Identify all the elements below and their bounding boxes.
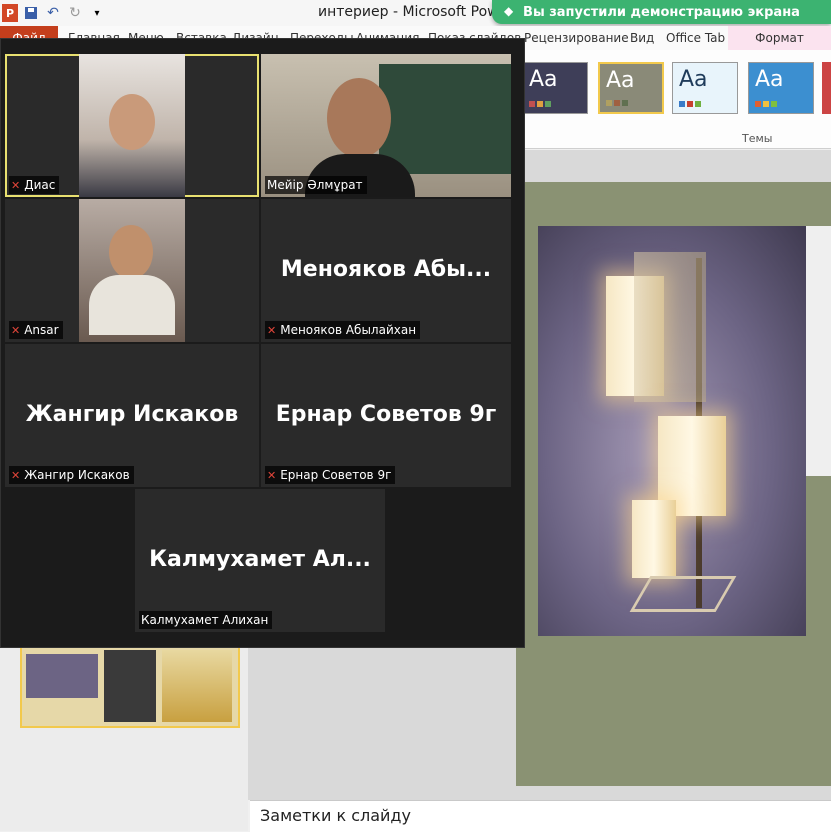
- participant-display-name: Калмухамет Ал...: [149, 547, 371, 572]
- mic-muted-icon: ✕: [267, 323, 277, 337]
- participant-label: Мейір Әлмұрат: [265, 176, 367, 194]
- participant-tile[interactable]: Ернар Советов 9г ✕ Ернар Советов 9г: [261, 344, 511, 487]
- participant-name: Калмухамет Алихан: [141, 613, 269, 627]
- share-screen-icon: ◆: [504, 4, 514, 18]
- tab-review[interactable]: Рецензирование: [524, 31, 629, 45]
- tab-format[interactable]: Формат: [728, 26, 831, 50]
- participant-label: ✕ Ansar: [9, 321, 63, 339]
- participant-name: Мейір Әлмұрат: [267, 178, 363, 192]
- quick-access-toolbar: P ↶ ↻ ▾: [0, 0, 106, 26]
- theme-sample: Aa: [679, 67, 708, 92]
- thumbnail-image: [104, 650, 156, 722]
- participant-display-name: Ернар Советов 9г: [275, 402, 497, 427]
- notes-placeholder[interactable]: Заметки к слайду: [260, 806, 411, 825]
- participant-tile[interactable]: ✕ Ansar: [5, 199, 259, 342]
- themes-group-label: Темы: [742, 132, 773, 145]
- save-icon[interactable]: [22, 4, 40, 22]
- participant-tile[interactable]: Жангир Искаков ✕ Жангир Искаков: [5, 344, 259, 487]
- participant-label: ✕ Жангир Искаков: [9, 466, 134, 484]
- thumbnail-image: [26, 654, 98, 698]
- participant-label: Калмухамет Алихан: [139, 611, 273, 629]
- video-gallery: ✕ Диас Мейір Әлмұрат ✕ Ansar Менояков Аб…: [0, 38, 525, 648]
- participant-label: ✕ Ернар Советов 9г: [265, 466, 396, 484]
- participant-tile[interactable]: Мейір Әлмұрат: [261, 54, 511, 197]
- participant-tile[interactable]: ✕ Диас: [5, 54, 259, 197]
- theme-option[interactable]: Aa: [748, 62, 814, 114]
- participant-label: ✕ Диас: [9, 176, 60, 194]
- participant-name: Жангир Искаков: [24, 468, 130, 482]
- undo-icon[interactable]: ↶: [44, 4, 62, 22]
- screen-share-banner-text: Вы запустили демонстрацию экрана: [523, 4, 800, 20]
- theme-option[interactable]: [822, 62, 831, 114]
- participant-video: [79, 199, 185, 342]
- theme-option[interactable]: Aa: [672, 62, 738, 114]
- slide-right-panel: [806, 226, 831, 476]
- theme-option[interactable]: Aa: [522, 62, 588, 114]
- participant-name: Менояков Абылайхан: [280, 323, 417, 337]
- mic-muted-icon: ✕: [267, 468, 277, 482]
- participant-name: Ернар Советов 9г: [280, 468, 392, 482]
- participant-label: ✕ Менояков Абылайхан: [265, 321, 421, 339]
- participant-name: Ansar: [24, 323, 59, 337]
- mic-muted-icon: ✕: [11, 468, 21, 482]
- slide-thumbnail[interactable]: [20, 646, 240, 728]
- participant-name: Диас: [24, 178, 56, 192]
- customize-toolbar-icon[interactable]: ▾: [88, 4, 106, 22]
- mic-muted-icon: ✕: [11, 323, 21, 337]
- powerpoint-logo-icon: P: [2, 4, 18, 22]
- redo-icon[interactable]: ↻: [66, 4, 84, 22]
- tab-view[interactable]: Вид: [630, 31, 654, 45]
- participant-display-name: Жангир Искаков: [25, 402, 239, 427]
- theme-sample: Aa: [755, 67, 784, 92]
- lamp-shade-graphic: [634, 252, 706, 402]
- participant-display-name: Менояков Абы...: [280, 257, 492, 282]
- theme-sample: Aa: [606, 68, 635, 93]
- participant-tile[interactable]: Менояков Абы... ✕ Менояков Абылайхан: [261, 199, 511, 342]
- lamp-shade-graphic: [632, 500, 676, 578]
- tab-office-tab[interactable]: Office Tab: [666, 31, 725, 45]
- thumbnail-image: [162, 650, 232, 722]
- screen-share-banner[interactable]: ◆ Вы запустили демонстрацию экрана: [492, 0, 831, 24]
- theme-option-selected[interactable]: Aa: [598, 62, 664, 114]
- theme-sample: Aa: [529, 67, 558, 92]
- participant-tile[interactable]: Калмухамет Ал... Калмухамет Алихан: [135, 489, 385, 632]
- mic-muted-icon: ✕: [11, 178, 21, 192]
- participant-video: [79, 54, 185, 197]
